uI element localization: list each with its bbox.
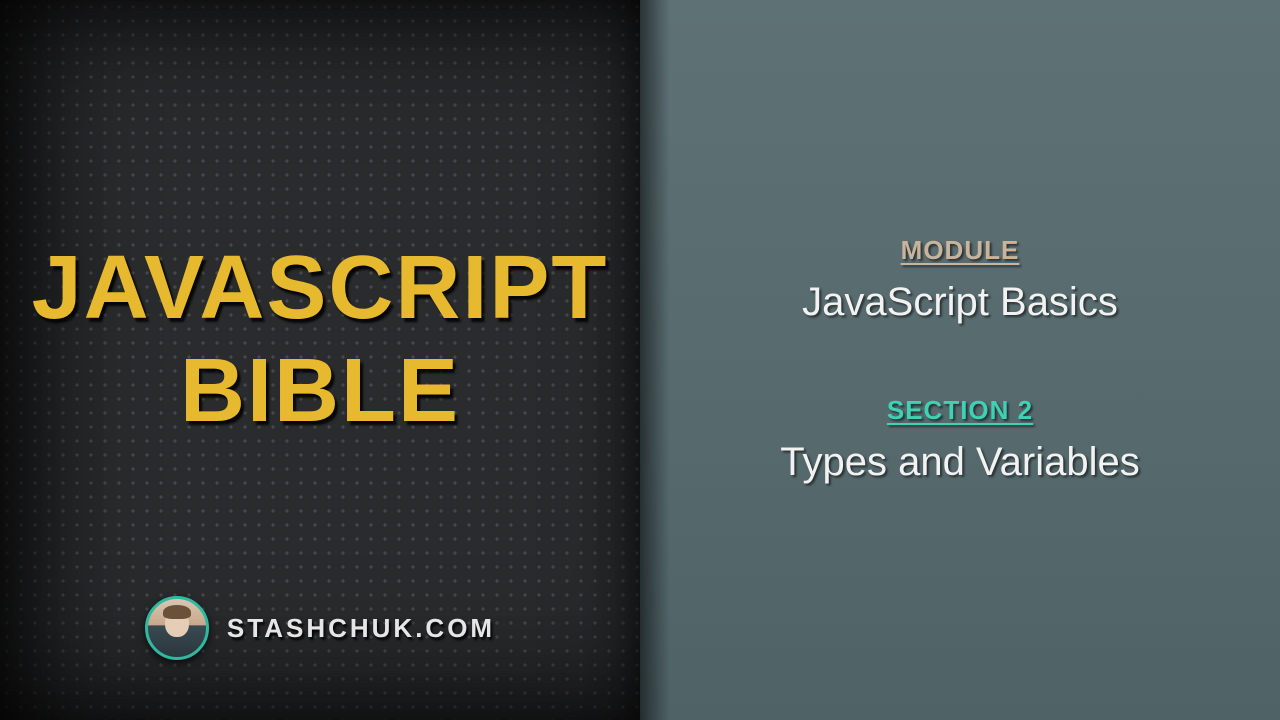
left-panel: JAVASCRIPT BIBLE STASHCHUK.COM [0,0,640,720]
title-line-1: JAVASCRIPT [32,237,609,341]
author-avatar [145,596,209,660]
section-label: SECTION 2 [780,395,1139,426]
title-line-2: BIBLE [32,340,609,444]
slide: JAVASCRIPT BIBLE STASHCHUK.COM MODULE Ja… [0,0,1280,720]
module-block: MODULE JavaScript Basics [802,235,1118,325]
author-site: STASHCHUK.COM [227,613,495,644]
right-panel: MODULE JavaScript Basics SECTION 2 Types… [640,0,1280,720]
section-value: Types and Variables [780,440,1139,485]
module-value: JavaScript Basics [802,280,1118,325]
module-label: MODULE [802,235,1118,266]
author-row: STASHCHUK.COM [0,596,640,660]
section-block: SECTION 2 Types and Variables [780,395,1139,485]
course-title: JAVASCRIPT BIBLE [32,237,609,444]
